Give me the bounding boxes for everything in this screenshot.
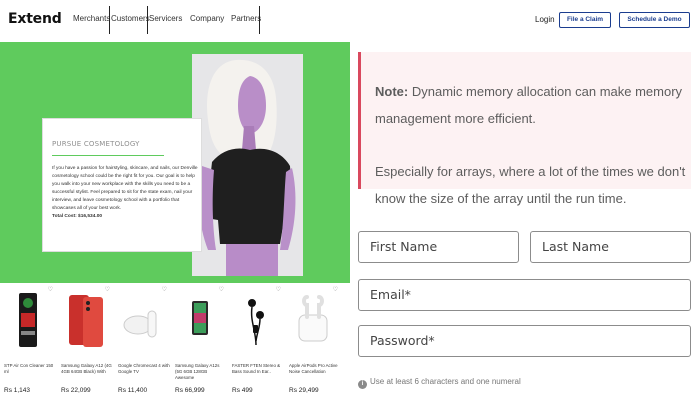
card-divider xyxy=(52,155,164,156)
product-card[interactable]: ♡ Apple AirPods Pro Active Noise Cancell… xyxy=(285,283,342,400)
card-body: If you have a passion for hairstyling, s… xyxy=(52,165,200,221)
product-price: Rs 499 xyxy=(232,387,253,394)
info-icon: i xyxy=(358,380,367,389)
password-hint: i Use at least 6 characters and one numer… xyxy=(358,377,521,389)
login-link[interactable]: Login xyxy=(535,15,555,24)
top-nav: Extend Merchants Customers Servicers Com… xyxy=(0,0,350,42)
product-card[interactable]: ♡ STP Air Con Cleaner 150 ml Rs 1,143 xyxy=(0,283,57,400)
extend-logo[interactable]: Extend xyxy=(8,11,62,27)
card-title: PURSUE COSMETOLOGY xyxy=(52,140,140,148)
hero-banner: PURSUE COSMETOLOGY If you have a passion… xyxy=(0,42,350,283)
left-panel: Extend Merchants Customers Servicers Com… xyxy=(0,0,350,400)
nav-item-merchants[interactable]: Merchants xyxy=(73,14,110,23)
samsung-phone-icon xyxy=(192,301,208,335)
product-price: Rs 11,400 xyxy=(118,387,148,394)
product-price: Rs 29,499 xyxy=(289,387,319,394)
schedule-demo-button[interactable]: Schedule a Demo xyxy=(619,12,690,28)
product-card[interactable]: ♡ Samsung Galaxy A12s (5G 6GB 128GB Awes… xyxy=(171,283,228,400)
cosmetology-card: PURSUE COSMETOLOGY If you have a passion… xyxy=(42,118,202,252)
product-card[interactable]: ♡ Samsung Galaxy A12 (4G 4GB 64GB Black)… xyxy=(57,283,114,400)
card-total-cost: Total Cost: $16,534.00 xyxy=(52,214,103,219)
product-name: Apple AirPods Pro Active Noise Cancellat… xyxy=(289,363,338,374)
note-line-1: Dynamic memory allocation can make memor… xyxy=(375,84,683,126)
product-card[interactable]: ♡ Google Chromecast 4 with Google TV Rs … xyxy=(114,283,171,400)
password-field[interactable]: Password* xyxy=(358,325,691,357)
spray-can-icon xyxy=(19,293,37,347)
chromecast-icon xyxy=(123,310,157,338)
last-name-field[interactable]: Last Name xyxy=(530,231,691,263)
nav-item-servicers[interactable]: Servicers xyxy=(149,14,182,23)
card-body-text: If you have a passion for hairstyling, s… xyxy=(52,166,198,211)
nav-item-company[interactable]: Company xyxy=(190,14,224,23)
file-claim-button[interactable]: File a Claim xyxy=(559,12,611,28)
note-text: Note: Dynamic memory allocation can make… xyxy=(375,78,690,132)
product-name: Google Chromecast 4 with Google TV xyxy=(118,363,170,374)
right-panel: Login File a Claim Schedule a Demo Note:… xyxy=(350,0,700,400)
nav-divider xyxy=(109,6,110,34)
product-price: Rs 1,143 xyxy=(4,387,31,394)
product-name: Samsung Galaxy A12s (5G 6GB 128GB Awesom… xyxy=(175,363,220,380)
product-name: STP Air Con Cleaner 150 ml xyxy=(4,363,54,374)
first-name-field[interactable]: First Name xyxy=(358,231,519,263)
product-price: Rs 66,999 xyxy=(175,387,205,394)
nav-divider xyxy=(259,6,260,34)
note-label: Note: xyxy=(375,84,409,99)
password-hint-text: Use at least 6 characters and one numera… xyxy=(370,377,521,386)
product-name: FASTER FTEN Stereo & Bass Sound In Ear.. xyxy=(232,363,281,374)
note-line-2: Especially for arrays, where a lot of th… xyxy=(375,164,686,206)
product-card[interactable]: ♡ FASTER FTEN Stereo & Bass Sound In Ear… xyxy=(228,283,285,400)
note-callout: Note: Dynamic memory allocation can make… xyxy=(358,52,691,206)
product-price: Rs 22,099 xyxy=(61,387,91,394)
product-strip: ♡ STP Air Con Cleaner 150 ml Rs 1,143 ♡ … xyxy=(0,283,350,400)
product-name: Samsung Galaxy A12 (4G 4GB 64GB Black) W… xyxy=(61,363,112,374)
red-phone-icon xyxy=(69,295,103,347)
model-photo xyxy=(192,54,303,276)
email-field[interactable]: Email* xyxy=(358,279,691,311)
airpods-icon xyxy=(298,295,328,342)
nav-item-partners[interactable]: Partners xyxy=(231,14,261,23)
nav-item-customers[interactable]: Customers xyxy=(111,14,150,23)
model-photo-image xyxy=(192,54,303,276)
nav-divider xyxy=(147,6,148,34)
earphones-icon xyxy=(248,299,264,346)
